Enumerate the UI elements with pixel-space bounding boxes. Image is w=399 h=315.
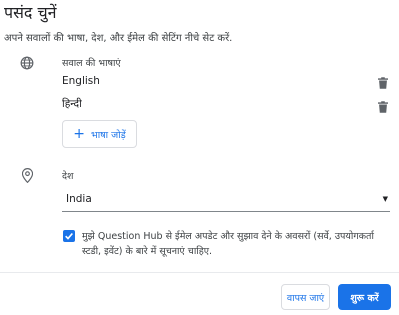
- trash-icon[interactable]: [378, 74, 388, 93]
- language-item-english: English: [62, 75, 100, 87]
- add-language-button[interactable]: + भाषा जोड़ें: [62, 120, 137, 148]
- plus-icon: +: [73, 126, 86, 142]
- page-subtitle: अपने सवालों की भाषा, देश, और ईमेल की सेट…: [4, 33, 233, 44]
- back-button[interactable]: वापस जाएं: [281, 284, 330, 310]
- language-name: English: [62, 75, 100, 87]
- language-item-hindi: हिन्दी: [62, 97, 82, 111]
- country-value: India: [66, 193, 92, 205]
- location-pin-icon: [21, 168, 34, 187]
- country-label: देश: [62, 171, 74, 182]
- start-button-label: शुरू करें: [350, 292, 379, 304]
- language-name: हिन्दी: [62, 98, 82, 110]
- trash-icon[interactable]: [378, 98, 388, 117]
- add-language-label: भाषा जोड़ें: [91, 129, 126, 141]
- country-select[interactable]: India ▼: [62, 188, 390, 212]
- footer-divider: [0, 272, 399, 273]
- email-opt-in-text: मुझे Question Hub से ईमेल अपडेट और सुझाव…: [82, 231, 374, 257]
- start-button[interactable]: शुरू करें: [338, 284, 391, 310]
- email-opt-in-checkbox[interactable]: [63, 230, 75, 242]
- caret-down-icon: ▼: [382, 195, 388, 203]
- languages-label: सवाल की भाषाएं: [62, 58, 121, 69]
- back-button-label: वापस जाएं: [286, 292, 325, 304]
- globe-icon: [20, 55, 34, 74]
- page-title: पसंद चुनें: [4, 3, 57, 22]
